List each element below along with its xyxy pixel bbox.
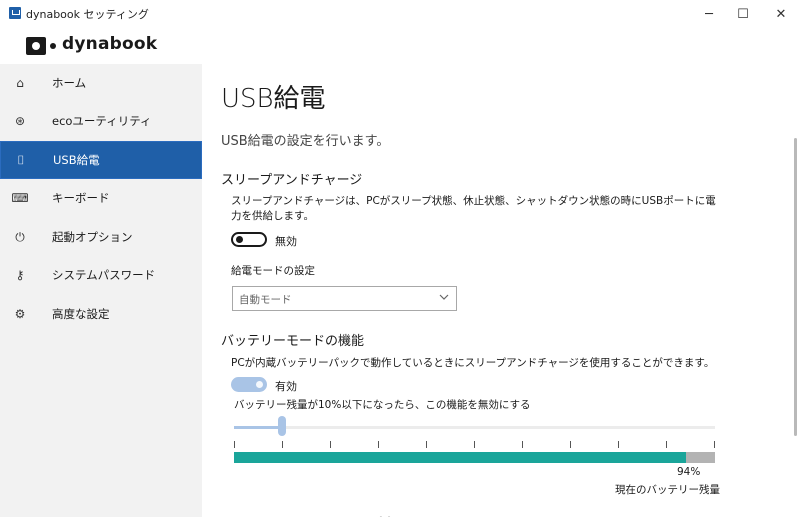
window-title: dynabook セッティング	[26, 8, 149, 21]
sleep-charge-toggle[interactable]	[231, 232, 267, 247]
brand-logo-icon	[26, 37, 46, 55]
sidebar-item-label: ホーム	[52, 76, 87, 90]
battery-threshold-slider-track[interactable]	[234, 426, 715, 429]
app-icon	[9, 7, 21, 19]
sidebar-item-label: USB給電	[53, 153, 100, 167]
slider-tick	[666, 441, 667, 448]
keyboard-icon: ⌨	[11, 191, 29, 205]
slider-tick	[570, 441, 571, 448]
slider-tick	[474, 441, 475, 448]
battery-threshold-slider-thumb[interactable]	[278, 416, 287, 436]
close-button[interactable]: ✕	[764, 0, 798, 28]
battery-level-fill	[234, 452, 687, 463]
key-icon: ⚷	[15, 268, 25, 282]
battery-mode-toggle[interactable]	[231, 377, 267, 392]
battery-threshold-text: バッテリー残量が10%以下になったら、この機能を無効にする	[234, 399, 531, 411]
sidebar-item-label: 高度な設定	[52, 307, 110, 321]
power-icon: ⏻	[15, 229, 25, 244]
sidebar-item-home[interactable]: ⌂ ホーム	[0, 64, 202, 102]
clipped-content: ～ ・ ° °	[352, 512, 392, 517]
power-mode-label: 給電モードの設定	[231, 265, 315, 277]
scrollbar[interactable]	[794, 138, 797, 436]
power-mode-value: 自動モード	[239, 294, 292, 306]
slider-tick	[234, 441, 235, 448]
battery-caption: 現在のバッテリー残量	[615, 484, 720, 496]
brand-name: dynabook	[62, 34, 158, 54]
sidebar-item-label: ecoユーティリティ	[52, 114, 152, 128]
power-mode-dropdown[interactable]: 自動モード	[232, 286, 457, 311]
eco-icon: ⊛	[14, 114, 26, 128]
battery-percent: 94%	[677, 466, 701, 478]
sleep-charge-toggle-label: 無効	[275, 235, 297, 248]
minimize-button[interactable]: ─	[692, 0, 726, 28]
sidebar-item-keyboard[interactable]: ⌨ キーボード	[0, 179, 202, 217]
main-content: USB給電 USB給電の設定を行います。 スリープアンドチャージ スリープアンド…	[202, 64, 800, 517]
battery-mode-description: PCが内蔵バッテリーパックで動作しているときにスリープアンドチャージを使用するこ…	[231, 357, 715, 369]
slider-tick	[378, 441, 379, 448]
sidebar: ⌂ ホーム ⊛ ecoユーティリティ ⌷ USB給電 ⌨ キーボード ⏻ 起動オ…	[0, 64, 202, 517]
sidebar-item-boot-options[interactable]: ⏻ 起動オプション	[0, 218, 202, 256]
battery-level-bar	[234, 452, 715, 463]
sidebar-item-system-password[interactable]: ⚷ システムパスワード	[0, 256, 202, 294]
usb-plug-icon: ⌷	[17, 152, 25, 167]
title-bar: dynabook セッティング ─ ☐ ✕	[0, 0, 800, 28]
slider-tick	[282, 441, 283, 448]
sidebar-item-label: キーボード	[52, 191, 110, 205]
sleep-charge-heading: スリープアンドチャージ	[221, 173, 363, 188]
slider-tick	[426, 441, 427, 448]
sidebar-item-advanced-settings[interactable]: ⚙ 高度な設定	[0, 295, 202, 333]
sleep-charge-description: スリープアンドチャージは、PCがスリープ状態、休止状態、シャットダウン状態の時に…	[231, 195, 716, 222]
battery-threshold-ticks	[234, 441, 715, 449]
maximize-button[interactable]: ☐	[726, 0, 760, 28]
chevron-down-icon	[439, 294, 449, 300]
brand-logo-dot	[50, 43, 56, 49]
slider-tick	[522, 441, 523, 448]
battery-mode-toggle-label: 有効	[275, 380, 297, 393]
page-description: USB給電の設定を行います。	[221, 134, 390, 149]
battery-mode-heading: バッテリーモードの機能	[221, 334, 365, 349]
sidebar-item-label: 起動オプション	[52, 230, 133, 244]
sidebar-item-eco-utility[interactable]: ⊛ ecoユーティリティ	[0, 102, 202, 140]
gear-icon: ⚙	[14, 307, 26, 321]
sidebar-item-usb-power[interactable]: ⌷ USB給電	[0, 141, 202, 179]
slider-tick	[330, 441, 331, 448]
home-icon: ⌂	[16, 76, 24, 90]
battery-threshold-slider-fill	[234, 426, 283, 429]
slider-tick	[714, 441, 715, 448]
page-title: USB給電	[221, 84, 326, 114]
sidebar-item-label: システムパスワード	[52, 268, 156, 282]
slider-tick	[618, 441, 619, 448]
brand-header: dynabook	[0, 28, 800, 64]
